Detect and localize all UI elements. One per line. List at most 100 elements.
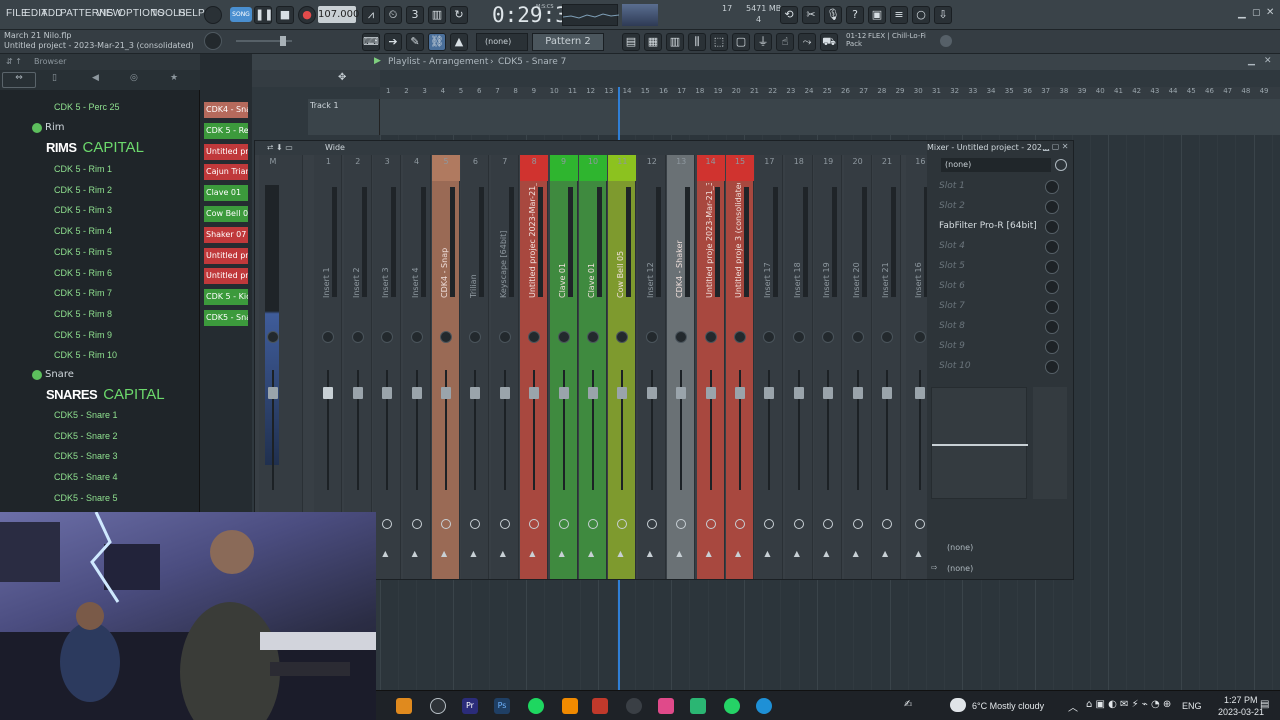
mixer-out-a[interactable]: (none) xyxy=(947,543,973,552)
browser-file[interactable]: CDK 5 - Rim 3 xyxy=(54,205,112,215)
route-knob[interactable] xyxy=(705,519,716,529)
pencil-icon[interactable]: ✎ xyxy=(406,33,424,51)
app2-icon[interactable] xyxy=(626,698,642,714)
browser-file[interactable]: CDK5 - Snare 5 xyxy=(54,493,118,503)
song-mode-button[interactable]: SONG xyxy=(230,7,252,22)
mixer-view-icon[interactable]: ⫼ xyxy=(688,33,706,51)
slot-mix-knob[interactable] xyxy=(1045,360,1059,374)
browser-file[interactable]: CDK5 - Snare 1 xyxy=(54,410,118,420)
effect-slot[interactable]: Slot 2 xyxy=(935,198,1065,216)
clock-date[interactable]: 2023-03-21 xyxy=(1218,707,1264,717)
plug-icon[interactable]: ⏚ xyxy=(754,33,772,51)
eq-graph[interactable] xyxy=(931,387,1028,499)
tray-chevron-icon[interactable]: ︿ xyxy=(1068,699,1078,714)
mic-icon[interactable]: 🎙 xyxy=(824,6,842,24)
mixer-strip[interactable]: 8 Untitled projec 2023-Mar-21_2 ▲ xyxy=(520,155,549,579)
mixer-strip[interactable]: 20 Insert 20 ▲ xyxy=(843,155,872,579)
channel-button[interactable]: Cajun Triangle xyxy=(204,164,248,181)
effect-slot[interactable]: Slot 1 xyxy=(935,178,1065,196)
pan-knob[interactable] xyxy=(557,331,570,343)
pen-icon[interactable]: ✍ xyxy=(904,699,912,710)
send-arrow-icon[interactable]: ▲ xyxy=(647,549,653,558)
mixer-strip[interactable]: 15 Untitled proje 3 (consolidated) ▲ xyxy=(726,155,754,579)
send-arrow-icon[interactable]: ▲ xyxy=(915,549,921,558)
playlist-icon[interactable]: ▤ xyxy=(622,33,640,51)
route-knob[interactable] xyxy=(588,519,598,529)
pan-knob[interactable] xyxy=(675,331,688,343)
route-knob[interactable] xyxy=(764,519,775,529)
volume-fader[interactable] xyxy=(764,387,775,399)
channel-button[interactable]: CDK4 - Snap xyxy=(204,102,248,118)
chat-icon[interactable]: ○ xyxy=(912,6,930,24)
route-knob[interactable] xyxy=(529,519,540,529)
countdown-icon[interactable]: 3 xyxy=(406,6,424,24)
browser-file[interactable]: CDK 5 - Rim 1 xyxy=(54,164,112,174)
route-knob[interactable] xyxy=(441,519,451,529)
effect-slot[interactable]: Slot 6 xyxy=(935,278,1065,296)
slot-mix-knob[interactable] xyxy=(1045,340,1059,354)
slot-mix-knob[interactable] xyxy=(1045,320,1059,334)
snap-select[interactable]: (none) xyxy=(476,33,528,51)
pan-knob[interactable] xyxy=(645,331,658,343)
mixer-strip[interactable]: 18 Insert 18 ▲ xyxy=(784,155,813,579)
slot-mix-knob[interactable] xyxy=(1045,180,1059,194)
send-arrow-icon[interactable]: ▲ xyxy=(735,549,741,558)
volume-fader[interactable] xyxy=(735,387,745,399)
channel-rack-icon[interactable]: ▦ xyxy=(644,33,662,51)
undo-icon[interactable]: ⟲ xyxy=(780,6,798,24)
clock-time[interactable]: 1:27 PM xyxy=(1224,695,1258,705)
effect-slot[interactable]: Slot 4 xyxy=(935,238,1065,256)
volume-fader[interactable] xyxy=(915,387,926,399)
route-knob[interactable] xyxy=(382,519,393,529)
slot-mix-knob[interactable] xyxy=(1045,300,1059,314)
mixer-strip[interactable]: 11 Cow Bell 05 ▲ xyxy=(608,155,637,579)
capture-icon[interactable]: ⤳ xyxy=(798,33,816,51)
fl-studio-icon[interactable] xyxy=(396,698,412,714)
effect-slot[interactable]: Slot 8 xyxy=(935,318,1065,336)
tray-icons[interactable]: ⌂ ▣ ◐ ✉ ⚡ ⌁ ◔ ⊕ xyxy=(1086,699,1171,710)
volume-fader[interactable] xyxy=(323,387,334,399)
wait-input-icon[interactable]: ⏲ xyxy=(384,6,402,24)
channel-button[interactable]: Untitled proje xyxy=(204,143,248,160)
mixer-strip[interactable]: 3 Insert 3 ▲ xyxy=(373,155,402,579)
volume-fader[interactable] xyxy=(705,387,716,399)
route-knob[interactable] xyxy=(735,519,745,529)
weather-text[interactable]: 6°C Mostly cloudy xyxy=(972,701,1044,711)
mixer-strip[interactable]: 4 Insert 4 ▲ xyxy=(402,155,431,579)
master-pitch-handle[interactable] xyxy=(280,36,286,46)
plugins-tab-icon[interactable]: ◀ xyxy=(92,73,99,83)
save-icon[interactable]: ▣ xyxy=(868,6,886,24)
pan-knob[interactable] xyxy=(792,331,805,343)
send-arrow-icon[interactable]: ▲ xyxy=(382,549,388,558)
step-edit-icon[interactable]: ▥ xyxy=(428,6,446,24)
channel-button[interactable]: Cow Bell 05 xyxy=(204,206,248,222)
volume-fader[interactable] xyxy=(823,387,834,399)
close-icon[interactable]: ✕ xyxy=(1266,7,1274,18)
mixer-strip[interactable]: 7 Keyscape [64bit] ▲ xyxy=(490,155,519,579)
send-arrow-icon[interactable]: ▲ xyxy=(764,549,770,558)
move-icon[interactable]: ✥ xyxy=(338,72,346,83)
starred-db-icon[interactable]: ◎ xyxy=(130,73,138,83)
volume-fader[interactable] xyxy=(617,387,628,399)
route-knob[interactable] xyxy=(646,519,657,529)
mixer-preset-icon[interactable] xyxy=(1055,159,1067,171)
volume-fader[interactable] xyxy=(793,387,804,399)
maximize-icon[interactable]: ▢ xyxy=(1252,8,1261,18)
minimize-icon[interactable]: ▁ xyxy=(1238,8,1246,19)
pan-knob[interactable] xyxy=(881,331,893,343)
route-knob[interactable] xyxy=(499,519,510,529)
news-update-icon[interactable] xyxy=(940,35,952,47)
volume-fader[interactable] xyxy=(529,387,540,399)
pan-knob[interactable] xyxy=(587,331,599,343)
mixer-preset-select[interactable]: (none) xyxy=(941,158,1051,172)
metronome-icon[interactable]: ⩘ xyxy=(362,6,380,24)
send-arrow-icon[interactable]: ▲ xyxy=(853,549,859,558)
track-header[interactable]: Track 1 xyxy=(308,99,380,135)
browser-file[interactable]: CDK 5 - Rim 5 xyxy=(54,247,112,257)
spotify-icon[interactable] xyxy=(528,698,544,714)
volume-fader[interactable] xyxy=(852,387,863,399)
effect-slot[interactable]: FabFilter Pro-R [64bit] xyxy=(935,218,1065,236)
timeline-ruler[interactable]: 1 2 3 4 5 6 7 8 9 10 11 12 13 14 15 16 17 18 19 20 21 22 23 24 2… xyxy=(380,87,1280,99)
route-knob[interactable] xyxy=(676,519,687,529)
record-button[interactable]: ● xyxy=(298,6,316,24)
